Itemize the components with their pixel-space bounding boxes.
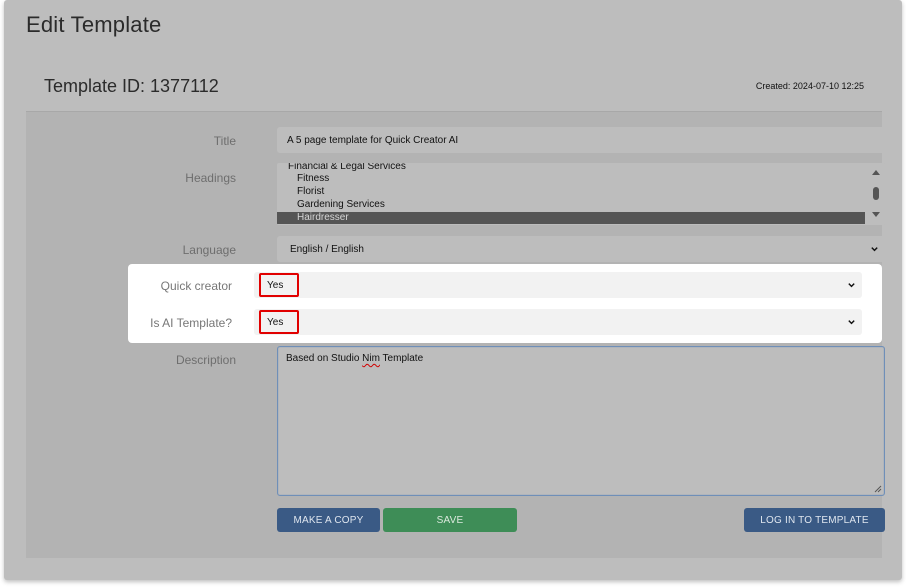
headings-option-selected[interactable]: Hairdresser — [277, 212, 865, 224]
quick-creator-value: Yes — [259, 273, 299, 297]
description-textarea[interactable]: Based on Studio Nim Template — [277, 346, 885, 496]
headings-listbox[interactable]: Financial & Legal Services Fitness Flori… — [277, 163, 885, 225]
description-label: Description — [175, 353, 236, 367]
is-ai-template-value: Yes — [259, 310, 299, 334]
make-copy-button[interactable]: MAKE A COPY — [277, 508, 380, 532]
title-input[interactable]: A 5 page template for Quick Creator AI — [277, 127, 885, 153]
log-in-to-template-button[interactable]: LOG IN TO TEMPLATE — [744, 508, 885, 532]
is-ai-template-select[interactable]: Yes — [254, 309, 862, 335]
quick-creator-select[interactable]: Yes — [254, 272, 862, 298]
description-text-end: Template — [379, 353, 424, 364]
highlight-region: Quick creator Yes Is AI Template? Yes — [128, 264, 882, 343]
chevron-down-icon — [848, 283, 855, 288]
page-title: Edit Template — [26, 12, 162, 37]
headings-label: Headings — [185, 171, 236, 185]
language-label: Language — [182, 243, 236, 257]
is-ai-template-label: Is AI Template? — [150, 316, 232, 330]
triangle-up-icon[interactable] — [872, 170, 880, 175]
description-misspelled-word: Nim — [362, 353, 380, 364]
headings-option[interactable]: Financial & Legal Services — [277, 163, 865, 173]
template-id-title: Template ID: 1377112 — [44, 76, 219, 96]
language-select[interactable]: English / English — [277, 236, 885, 262]
resize-grip-icon[interactable] — [874, 485, 882, 493]
card-header: Template ID: 1377112 Created: 2024-07-10… — [26, 60, 882, 112]
headings-option[interactable]: Fitness — [277, 173, 865, 185]
headings-option[interactable]: Florist — [277, 186, 865, 198]
language-value: English / English — [290, 243, 364, 255]
quick-creator-label: Quick creator — [160, 279, 232, 293]
headings-scrollbar[interactable] — [867, 163, 885, 225]
title-label: Title — [213, 134, 236, 148]
headings-option[interactable]: Gardening Services — [277, 199, 865, 211]
created-timestamp: Created: 2024-07-10 12:25 — [755, 81, 864, 91]
save-button[interactable]: SAVE — [383, 508, 517, 532]
scrollbar-thumb[interactable] — [873, 187, 879, 200]
triangle-down-icon[interactable] — [872, 212, 880, 217]
description-text-start: Based on Studio — [286, 353, 363, 364]
chevron-down-icon — [871, 247, 878, 252]
chevron-down-icon — [848, 320, 855, 325]
